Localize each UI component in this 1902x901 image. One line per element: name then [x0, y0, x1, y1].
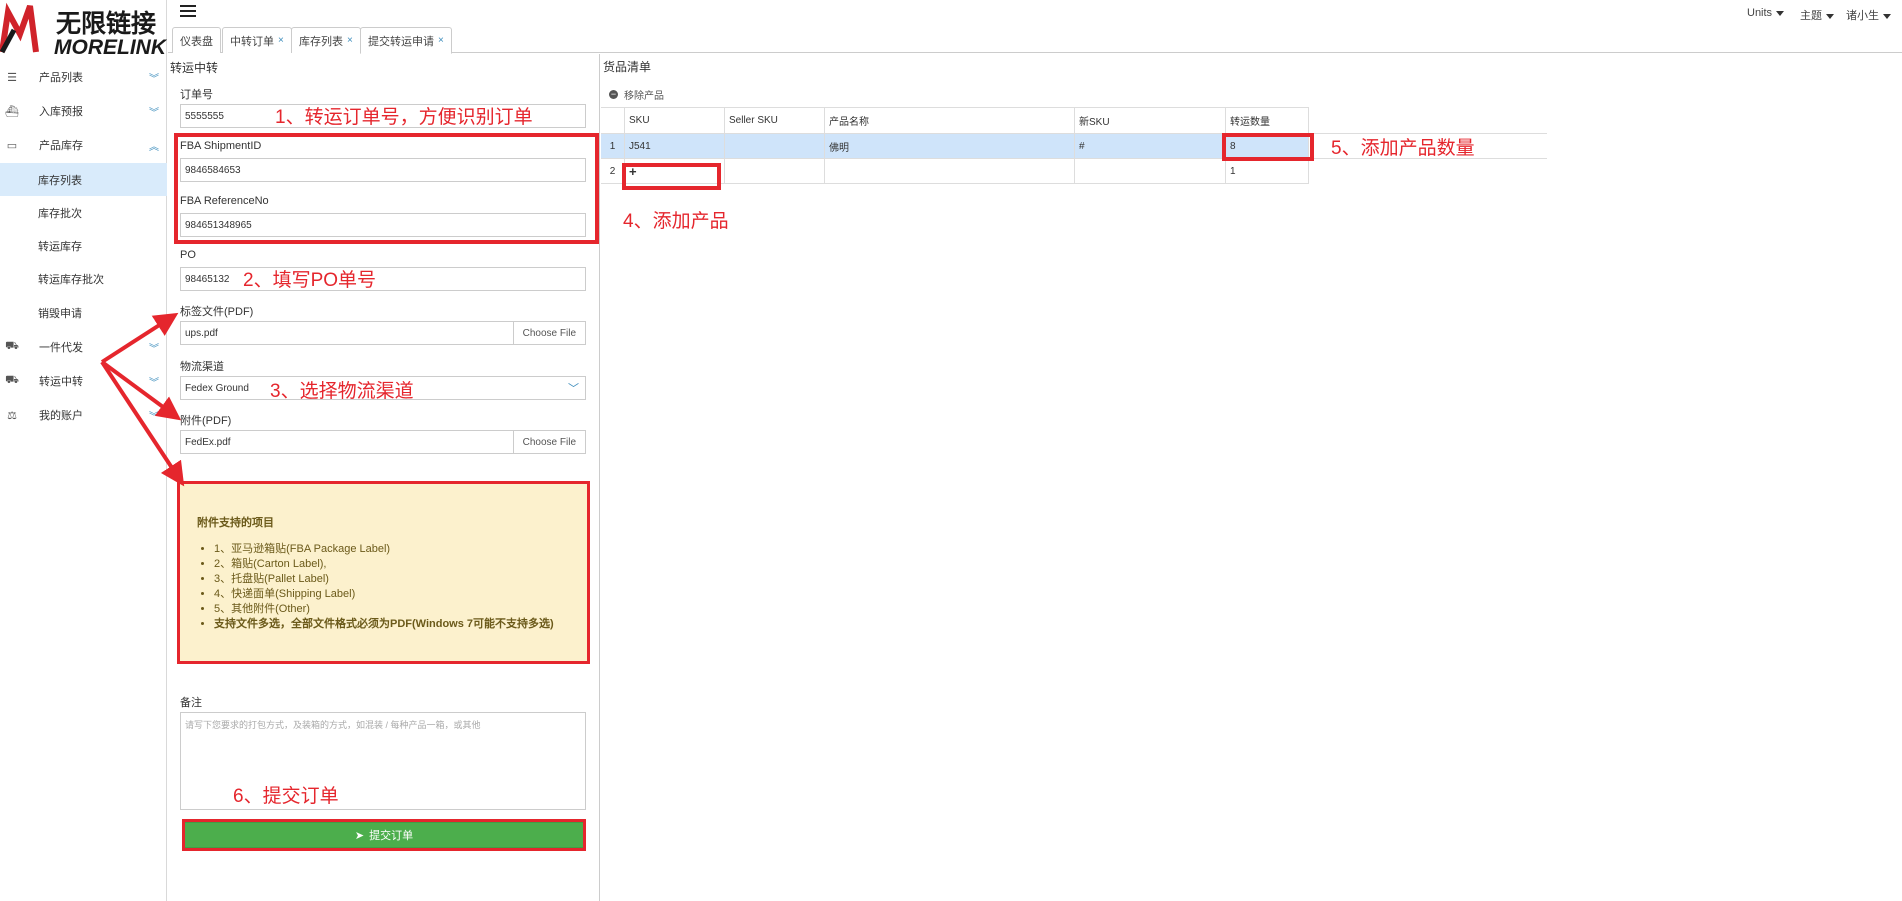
arrow-to-attachment	[100, 360, 182, 421]
arrow-to-note-box	[100, 360, 185, 487]
arrow-to-label-file	[100, 312, 179, 364]
annotation-arrows	[100, 312, 185, 487]
